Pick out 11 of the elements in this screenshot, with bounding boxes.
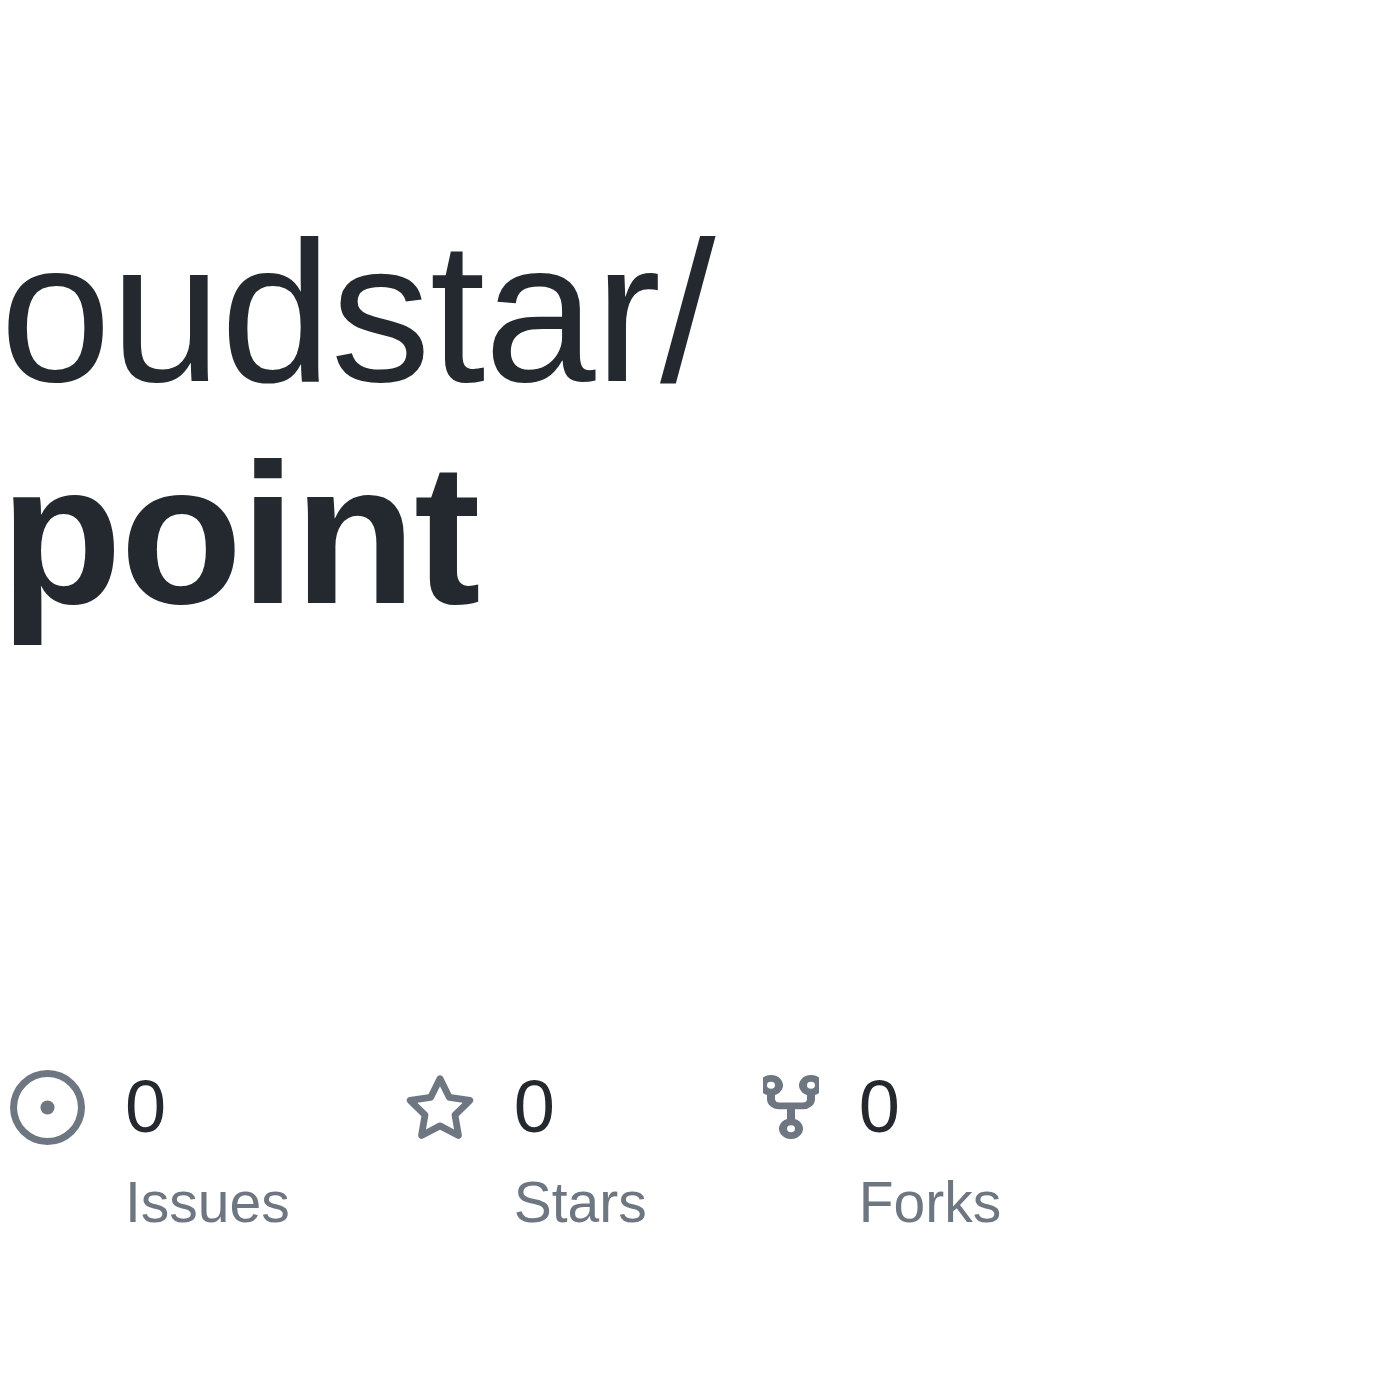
stat-label: Stars [513,1169,647,1236]
star-icon [405,1074,474,1140]
stat-label: Forks [858,1169,1002,1236]
stat-label: Issues [125,1169,290,1236]
stat-count: 0 [858,1064,900,1150]
repo-name: point [0,423,479,645]
fork-icon [762,1075,819,1139]
repo-owner: oudstar/ [0,201,715,423]
stat-count: 0 [125,1064,167,1150]
issue-icon [10,1069,85,1145]
stat-count: 0 [513,1064,555,1150]
